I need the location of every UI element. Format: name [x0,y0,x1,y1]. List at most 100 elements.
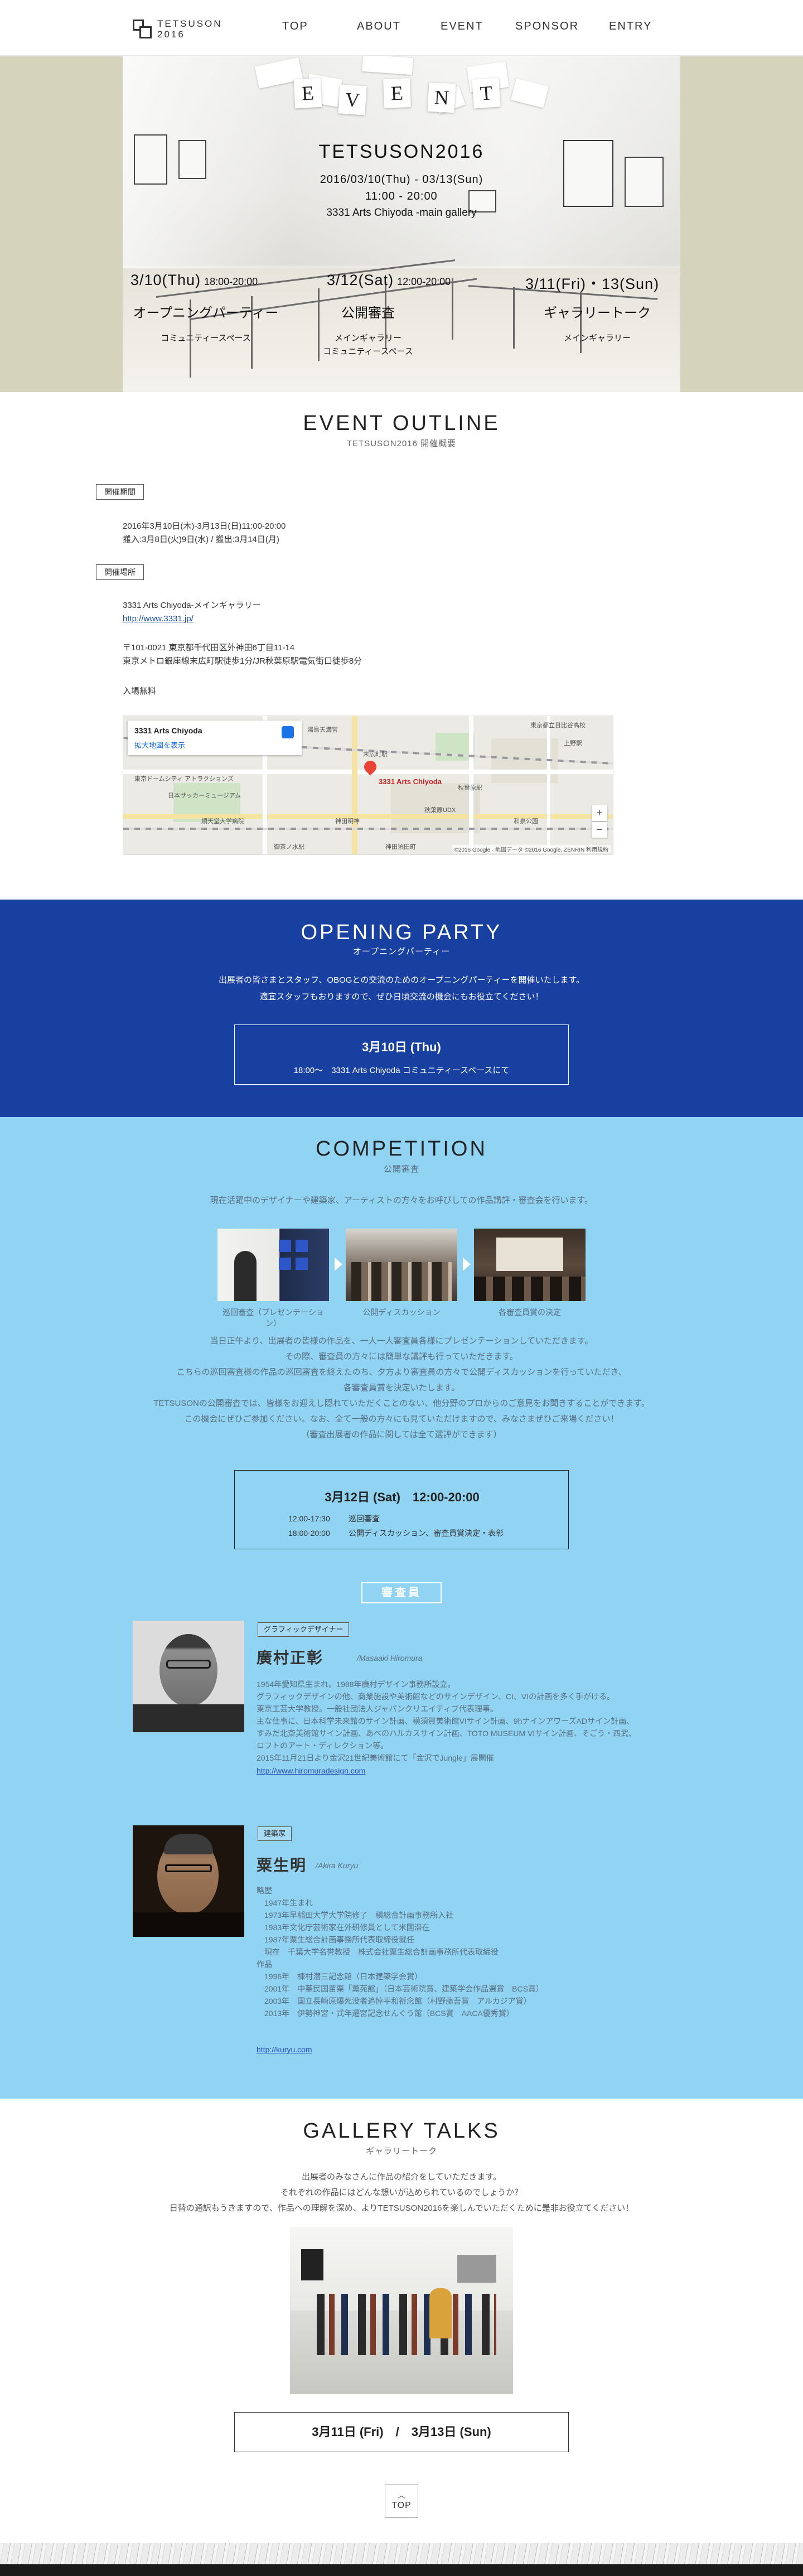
bio-line: 現在 千葉大学名誉教授 株式会社粟生総合計画事務所代表取締役 [257,1947,499,1956]
map-label: 秋葉原駅 [458,785,482,791]
map-label: 和泉公園 [514,818,538,825]
hero-schedule-1-date: 3/10(Thu) 18:00-20:00 [130,272,258,289]
map-view-larger-link[interactable]: 拡大地図を表示 [134,740,295,750]
hero-schedule-3-place: メインギャラリー [563,334,631,343]
bio-line: 1987年粟生総合計画事務所代表取締役就任 [257,1935,415,1944]
party-desc-line: 適宜スタッフもおりますので、ぜひ日頃交流の機会にもお役立てください！ [259,992,544,1002]
hero-event-dates: 2016/03/10(Thu) - 03/13(Sun) [320,173,483,186]
place-name: 3331 Arts Chiyoda-メインギャラリー [123,601,261,610]
judge-1-website-link[interactable]: http://www.hiromuradesign.com [257,1766,365,1775]
outline-subtitle: TETSUSON2016 開催概要 [346,439,457,448]
hero-schedule-3-name: ギャラリートーク [544,306,651,321]
map-place-name: 3331 Arts Chiyoda [134,726,202,735]
hero-schedule-3-date: 3/11(Fri)・13(Sun) [525,272,659,293]
body-line: こちらの巡回審査様の作品の巡回審査を終えたのち、夕方より審査員の方々で公開ディス… [176,1367,627,1377]
body-line: この機会にぜひご参加ください。なお、全て一般の方々にも見ていただけますので、みな… [184,1414,619,1424]
zoom-in-button[interactable]: + [592,805,607,821]
judge-1-name: 廣村正彰 [257,1649,324,1666]
map-label: 日本サッカーミュージアム [168,792,241,799]
bio-line: 1983年文化庁芸術家在外研修員として米国滞在 [257,1923,430,1932]
google-map[interactable]: 湯島天満宮 末広町駅 東京都立日比谷高校 秋葉原駅 神田明神 御茶ノ水駅 秋葉原… [123,716,613,855]
party-title: OPENING PARTY [301,921,502,944]
schedule-item: 公開ディスカッション、審査員賞決定・表彰 [349,1529,504,1538]
hero-title-letter: V [338,84,367,115]
place-url-link[interactable]: http://www.3331.jp/ [123,614,194,624]
period-text: 2016年3月10日(木)-3月13日(日)11:00-20:00 搬入:3月8… [123,520,286,547]
site-header: TETSUSON 2016 TOP ABOUT EVENT SPONSOR EN… [0,0,803,56]
competition-body: 当日正午より、出展者の皆様の作品を、一人一人審査員各様にプレゼンテーションしてい… [0,1333,803,1443]
directions-icon[interactable] [282,726,294,738]
hero-title-letter: T [472,78,501,109]
bio-line: すみだ北斎美術館サイン計画、あべのハルカスサイン計画、TOTO MUSEUM V… [257,1729,637,1738]
body-line: TETSUSONの公開審査では、皆様をお迎えし隠れていただくことのない、他分野の… [153,1399,650,1408]
map-label: 末広町駅 [363,751,388,758]
chevron-right-icon [463,1258,471,1271]
outline-title: EVENT OUTLINE [303,412,500,435]
schedule-time: 12:00-17:30 [288,1514,330,1523]
competition-section: COMPETITION 公開審査 現在活躍中のデザイナーや建築家、アーティストの… [0,1117,803,2099]
talks-desc-line: 日替の通訳もうきますので、作品への理解を深め、よりTETSUSON2016を楽し… [169,2203,634,2213]
bio-line: 略歴 [257,1886,272,1895]
judge-2-website-link[interactable]: http://kuryu.com [257,2045,312,2054]
photo-presentation [217,1229,329,1301]
talks-description: 出展者のみなさんに作品の紹介をしていただきます。 それぞれの作品にはどんな想いが… [0,2169,803,2216]
address-line: 東京メトロ銀座線末広町駅徒歩1分/JR秋葉原駅電気街口徒歩8分 [123,656,362,666]
hero-schedule-2-place: メインギャラリー コミュニティースペース [323,334,413,356]
schedule-date: 3/10(Thu) [130,272,201,288]
nav-top[interactable]: TOP [282,20,308,33]
hero-event-name: TETSUSON2016 [318,141,485,162]
footer-graphic [0,2543,803,2576]
competition-title: COMPETITION [316,1137,487,1161]
chevron-right-icon [335,1258,342,1271]
bio-line: 1954年愛知県生まれ。1988年廣村デザイン事務所設立。 [257,1680,456,1689]
bio-line: ロフトのアート・ディレクション等。 [257,1741,389,1750]
photo-caption: 各審査員賞の決定 [499,1308,561,1317]
schedule-date: 3/11(Fri)・13(Sun) [525,276,660,292]
talks-title: GALLERY TALKS [303,2119,500,2143]
period-line: 2016年3月10日(木)-3月13日(日)11:00-20:00 [123,521,286,531]
map-pin-label: 3331 Arts Chiyoda [379,777,442,786]
judge-2-role: 建築家 [258,1826,292,1841]
hero-title-letter: N [427,82,456,113]
party-subtitle: オープニングパーティー [352,947,451,956]
address-line: 〒101-0021 東京都千代田区外神田6丁目11-14 [123,643,295,653]
gallery-talk-photo [290,2227,513,2394]
talks-desc-line: 出展者のみなさんに作品の紹介をしていただきます。 [301,2172,502,2182]
party-desc-line: 出展者の皆さまとスタッフ、OBOGとの交流のためのオープニングパーティーを開催い… [219,975,584,985]
schedule-item: 巡回審査 [349,1514,380,1523]
gallery-hero-image: E V E N T TETSUSON2016 2016/03/10(Thu) -… [123,56,680,392]
judge-1-bio: 1954年愛知県生まれ。1988年廣村デザイン事務所設立。 グラフィックデザイン… [257,1678,703,1764]
main-nav: TOP ABOUT EVENT SPONSOR ENTRY [0,20,803,37]
judge-2-roman: /Akira Kuryu [316,1861,359,1870]
zoom-out-button[interactable]: − [592,822,607,838]
judge-2-name: 粟生明 [257,1857,307,1874]
schedule-time: 18:00-20:00 [288,1529,330,1538]
nav-sponsor[interactable]: SPONSOR [515,20,579,33]
bio-line: 2003年 国立長崎原爆死没者追悼平和祈念館（村野藤吾賞 アルカジア賞） [257,1997,531,2005]
hero-schedule-2-name: 公開審査 [341,306,395,321]
body-line: その際、審査員の方々には簡単な講評も行っていただきます。 [285,1352,518,1361]
talks-date-box: 3月11日 (Fri) / 3月13日 (Sun) [234,2412,569,2452]
nav-about[interactable]: ABOUT [357,20,401,33]
party-date: 3月10日 (Thu) [362,1040,441,1054]
schedule-time: 18:00-20:00 [204,276,258,287]
bio-line: 主な仕事に、日本科学未来館のサイン計画、横須賀美術館VIサイン計画、9hナインア… [257,1717,635,1726]
party-date-box: 3月10日 (Thu) 18:00〜 3331 Arts Chiyoda コミュ… [234,1024,569,1085]
event-hero: E V E N T TETSUSON2016 2016/03/10(Thu) -… [0,56,803,392]
photo-caption: 公開ディスカッション [362,1308,441,1317]
judges-heading: 審査員 [361,1582,442,1603]
talks-desc-line: それぞれの作品にはどんな想いが込められているのでしょうか？ [280,2188,523,2197]
party-detail: 18:00〜 3331 Arts Chiyoda コミュニティースペースにて [293,1066,510,1075]
hero-schedule-2-date: 3/12(Sat) 12:00-20:00 [327,272,451,289]
admission-text: 入場無料 [123,687,157,696]
period-line: 搬入:3月8日(火)9日(水) / 搬出:3月14日(月) [123,535,279,544]
judge-1-portrait [133,1621,244,1732]
judge-1-roman: /Masaaki Hiromura [357,1654,423,1662]
nav-event[interactable]: EVENT [441,20,483,33]
back-to-top-button[interactable]: ︿ TOP [385,2485,418,2518]
map-label: 上野駅 [564,740,582,747]
bio-line: グラフィックデザインの他、商業施設や美術館などのサインデザイン、CI、VIの計画… [257,1692,615,1701]
hero-title-letter: E [293,78,322,109]
schedule-time: 12:00-20:00 [397,276,451,287]
nav-entry[interactable]: ENTRY [609,20,652,33]
